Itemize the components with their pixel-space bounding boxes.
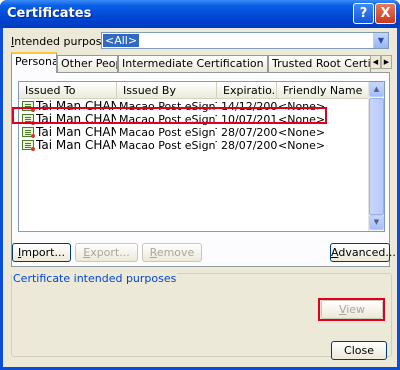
scroll-up-icon[interactable]: ▲ bbox=[369, 82, 384, 97]
list-header: Issued To Issued By Expiratio... Friendl… bbox=[19, 82, 370, 99]
tab-trusted-root[interactable]: Trusted Root Certification bbox=[268, 55, 371, 72]
issued-to-cell: Tai Man CHAN bbox=[36, 139, 116, 152]
scroll-down-icon[interactable]: ▼ bbox=[369, 215, 384, 230]
tab-intermediate-ca[interactable]: Intermediate Certification Authorities bbox=[118, 55, 268, 72]
personal-tab-panel: Issued To Issued By Expiratio... Friendl… bbox=[11, 72, 390, 267]
export-button[interactable]: Export... bbox=[75, 243, 138, 262]
help-button[interactable]: ? bbox=[353, 3, 374, 24]
view-button-highlight bbox=[318, 298, 385, 321]
chevron-down-icon[interactable]: ▼ bbox=[373, 33, 388, 48]
certificate-list[interactable]: Issued To Issued By Expiratio... Friendl… bbox=[18, 81, 385, 232]
tab-scroll-right-icon[interactable]: ▶ bbox=[381, 55, 392, 69]
close-button[interactable]: Close bbox=[331, 341, 387, 360]
issued-by-cell: Macao Post eSignTrus... bbox=[119, 139, 217, 152]
intended-purpose-dropdown[interactable]: <All> ▼ bbox=[101, 32, 389, 49]
tab-other-people[interactable]: Other People bbox=[57, 55, 118, 72]
vertical-scrollbar[interactable]: ▲ ▼ bbox=[368, 82, 384, 231]
certificates-dialog: Certificates ? X Intended purpose: <All>… bbox=[0, 0, 400, 370]
column-expiration[interactable]: Expiratio... bbox=[217, 82, 277, 99]
advanced-button[interactable]: Advanced... bbox=[330, 243, 396, 262]
intended-purpose-label: Intended purpose: bbox=[11, 35, 112, 48]
column-issued-by[interactable]: Issued By bbox=[117, 82, 217, 99]
table-row[interactable]: Tai Man CHAN Macao Post eSignTrus... 28/… bbox=[19, 126, 370, 139]
intended-purposes-group-label: Certificate intended purposes bbox=[12, 272, 178, 285]
scrollbar-thumb[interactable] bbox=[369, 98, 384, 215]
title-bar[interactable]: Certificates ? X bbox=[0, 0, 400, 28]
intended-purpose-value: <All> bbox=[103, 34, 140, 47]
tab-personal[interactable]: Personal bbox=[11, 52, 57, 73]
selected-certificate-highlight bbox=[12, 107, 327, 124]
table-row[interactable]: Tai Man CHAN Macao Post eSignTrus... 28/… bbox=[19, 139, 370, 152]
expiration-cell: 28/07/2009 bbox=[221, 126, 277, 139]
issued-to-cell: Tai Man CHAN bbox=[36, 126, 116, 139]
certificate-icon bbox=[22, 140, 35, 151]
certificate-tabs: Personal Other People Intermediate Certi… bbox=[11, 52, 392, 73]
tab-scroll-left-icon[interactable]: ◀ bbox=[370, 55, 381, 69]
close-window-button[interactable]: X bbox=[375, 3, 396, 24]
certificate-icon bbox=[22, 127, 35, 138]
friendly-name-cell: <None> bbox=[278, 139, 326, 152]
issued-by-cell: Macao Post eSignTrus... bbox=[119, 126, 217, 139]
column-issued-to[interactable]: Issued To bbox=[19, 82, 117, 99]
import-button[interactable]: Import... bbox=[12, 243, 71, 262]
window-title: Certificates bbox=[7, 6, 92, 21]
remove-button[interactable]: Remove bbox=[142, 243, 202, 262]
expiration-cell: 28/07/2009 bbox=[221, 139, 277, 152]
column-friendly-name[interactable]: Friendly Name bbox=[277, 82, 370, 99]
friendly-name-cell: <None> bbox=[278, 126, 326, 139]
